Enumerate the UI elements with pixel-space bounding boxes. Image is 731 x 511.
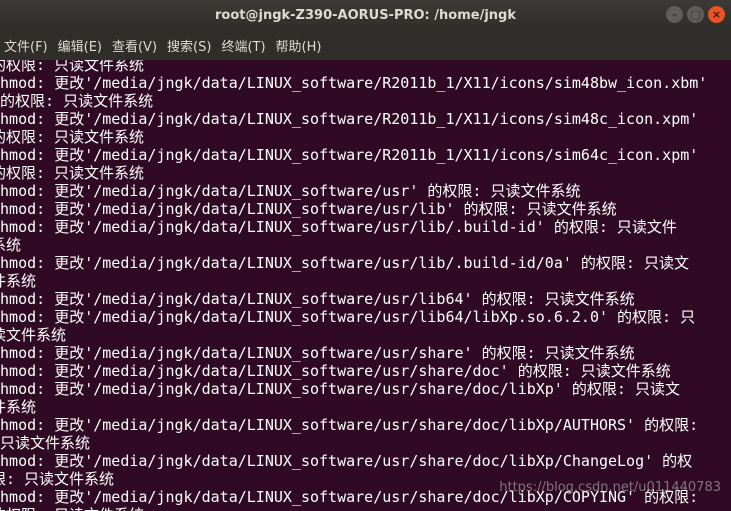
terminal-line: 件系统: [0, 398, 37, 416]
terminal-line: 系统: [0, 236, 22, 254]
terminal-line: 的权限: 只读文件系统: [0, 60, 145, 74]
window-title: root@jngk-Z390-AORUS-PRO: /home/jngk: [215, 7, 516, 23]
terminal-line: chmod: 更改'/media/jngk/data/LINUX_softwar…: [0, 254, 689, 272]
terminal-line: 读文件系统: [0, 326, 67, 344]
maximize-button[interactable]: □: [687, 6, 704, 23]
menu-terminal[interactable]: 终端(T): [217, 36, 271, 55]
terminal-line: chmod: 更改'/media/jngk/data/LINUX_softwar…: [0, 200, 617, 218]
menu-search[interactable]: 搜索(S): [163, 36, 217, 55]
menu-file[interactable]: 文件(F): [0, 36, 54, 55]
terminal-line: 的权限: 只读文件系统: [0, 506, 707, 511]
menu-edit[interactable]: 编辑(E): [54, 36, 108, 55]
terminal-line: chmod: 更改'/media/jngk/data/LINUX_softwar…: [0, 344, 635, 362]
terminal-line: chmod: 更改'/media/jngk/data/LINUX_softwar…: [0, 380, 680, 398]
terminal-text-area: 的权限: 只读文件系统 chmod: 更改'/media/jngk/data/LI…: [0, 60, 707, 511]
terminal-line: chmod: 更改'/media/jngk/data/LINUX_softwar…: [0, 308, 696, 326]
terminal-line: chmod: 更改'/media/jngk/data/LINUX_softwar…: [0, 362, 671, 380]
terminal-line: chmod: 更改'/media/jngk/data/LINUX_softwar…: [0, 218, 677, 236]
terminal-line: chmod: 更改'/media/jngk/data/LINUX_softwar…: [0, 452, 693, 470]
terminal-line: 的权限: 只读文件系统: [0, 128, 145, 146]
menu-help[interactable]: 帮助(H): [272, 36, 328, 55]
terminal-line: chmod: 更改'/media/jngk/data/LINUX_softwar…: [0, 290, 635, 308]
terminal-line: chmod: 更改'/media/jngk/data/LINUX_softwar…: [0, 146, 699, 164]
terminal-line: chmod: 更改'/media/jngk/data/LINUX_softwar…: [0, 110, 699, 128]
close-button[interactable]: ×: [708, 6, 725, 23]
terminal-line: 件系统: [0, 272, 37, 290]
terminal-line: chmod: 更改'/media/jngk/data/LINUX_softwar…: [0, 416, 699, 434]
minimize-button[interactable]: –: [666, 6, 683, 23]
terminal-line: chmod: 更改'/media/jngk/data/LINUX_softwar…: [0, 182, 581, 200]
menu-view[interactable]: 查看(V): [108, 36, 163, 55]
menu-bar: 文件(F) 编辑(E) 查看(V) 搜索(S) 终端(T) 帮助(H): [0, 30, 731, 60]
watermark: https://blog.csdn.net/u011440783: [499, 480, 721, 495]
window-controls: – □ ×: [666, 6, 725, 23]
terminal-line: 只读文件系统: [0, 434, 91, 452]
terminal-output[interactable]: 的权限: 只读文件系统 chmod: 更改'/media/jngk/data/LI…: [0, 60, 731, 511]
terminal-line: chmod: 更改'/media/jngk/data/LINUX_softwar…: [0, 74, 708, 92]
title-bar: root@jngk-Z390-AORUS-PRO: /home/jngk – □…: [0, 0, 731, 30]
terminal-line: 的权限: 只读文件系统: [0, 92, 154, 110]
terminal-line: 的权限: 只读文件系统: [0, 164, 145, 182]
